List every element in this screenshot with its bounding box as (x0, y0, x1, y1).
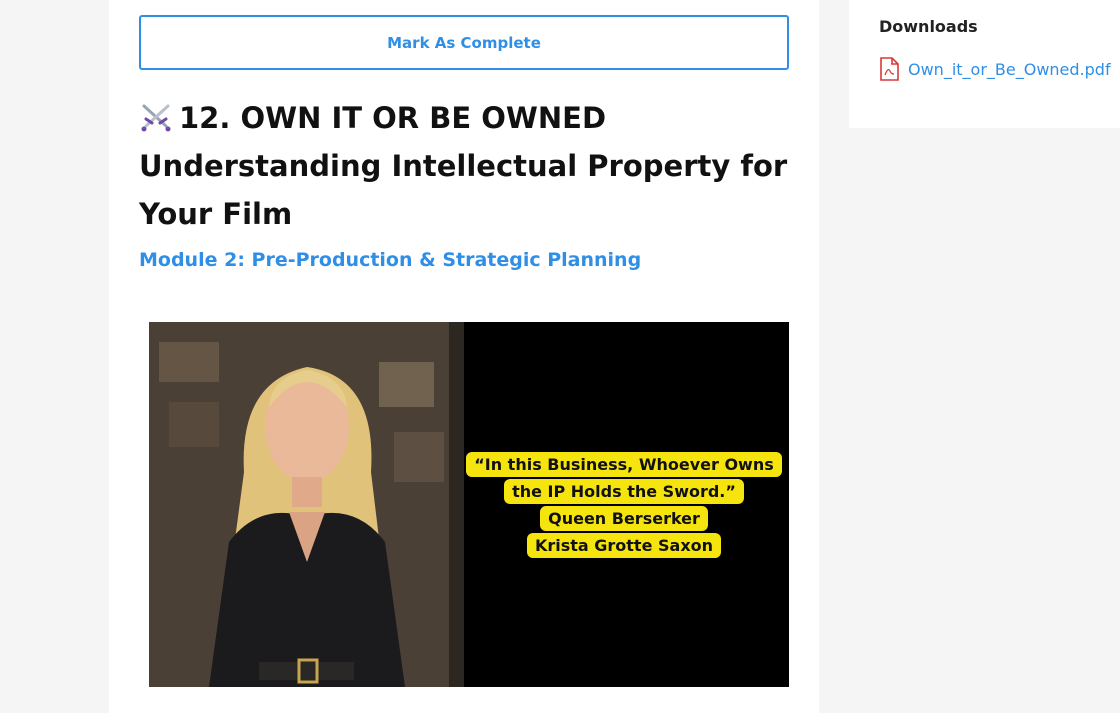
lesson-title-line1: 12. OWN IT OR BE OWNED (179, 101, 607, 135)
module-link[interactable]: Module 2: Pre-Production & Strategic Pla… (139, 249, 789, 271)
lesson-image: “In this Business, Whoever Owns the IP H… (139, 322, 789, 687)
download-link[interactable]: Own_it_or_Be_Owned.pdf (879, 57, 1111, 81)
downloads-panel: Downloads Own_it_or_Be_Owned.pdf (849, 0, 1120, 128)
lesson-title-line2: Understanding Intellectual Property for … (139, 149, 788, 231)
image-left-border (139, 322, 149, 687)
crossed-swords-icon (141, 104, 171, 132)
portrait-illustration (149, 322, 464, 687)
downloads-heading: Downloads (879, 17, 978, 36)
quote-author-line: Krista Grotte Saxon (526, 533, 722, 558)
portrait-photo (149, 322, 464, 687)
pdf-file-icon (880, 57, 899, 81)
download-file-name: Own_it_or_Be_Owned.pdf (908, 59, 1111, 79)
quote-line: the IP Holds the Sword.” (504, 479, 744, 504)
quote-line: “In this Business, Whoever Owns (466, 452, 782, 477)
mark-as-complete-button[interactable]: Mark As Complete (139, 15, 789, 70)
lesson-content-card: Mark As Complete 12. OWN IT OR BE OWNED … (109, 0, 819, 713)
quote-author-line: Queen Berserker (540, 506, 708, 531)
quote-overlay: “In this Business, Whoever Owns the IP H… (466, 452, 782, 558)
lesson-title: 12. OWN IT OR BE OWNED Understanding Int… (139, 94, 789, 238)
